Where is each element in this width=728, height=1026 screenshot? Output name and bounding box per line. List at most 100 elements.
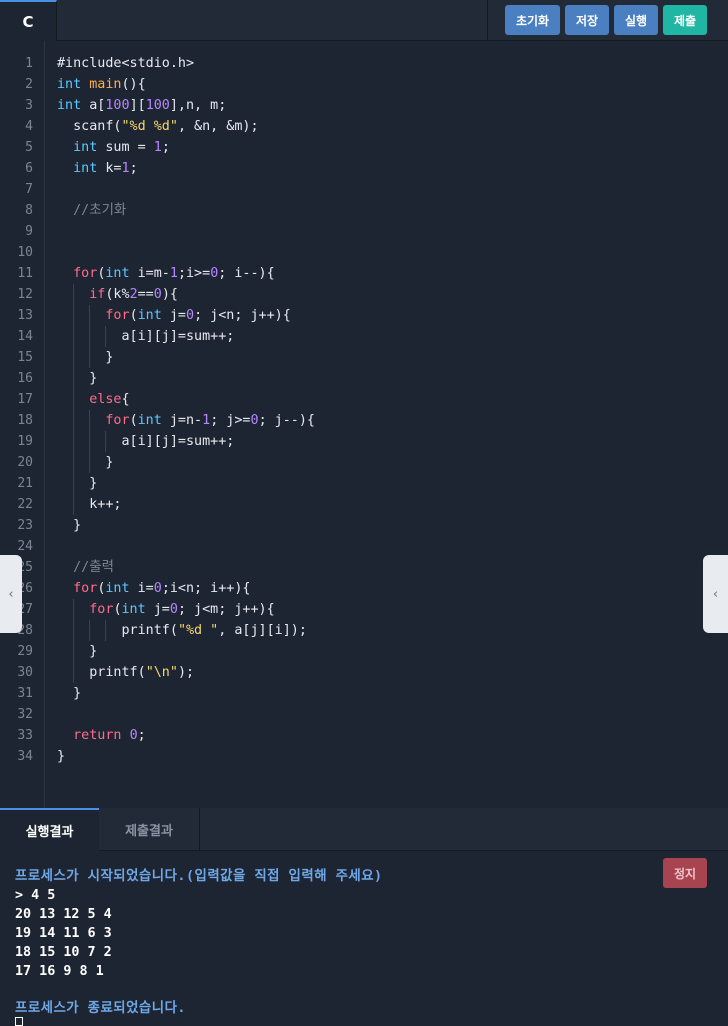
indent-guide <box>73 368 75 389</box>
code-line[interactable]: 4 scanf("%d %d", &n, &m); <box>0 116 728 137</box>
code-line[interactable]: 10 <box>0 242 728 263</box>
output-tab-bar: 실행결과 제출결과 <box>0 808 728 851</box>
code-text: for(int j=n-1; j>=0; j--){ <box>105 413 315 428</box>
expand-right-panel-icon[interactable]: ‹ <box>703 555 728 633</box>
code-text: int a[100][100],n, m; <box>57 98 227 113</box>
code-line[interactable]: 13 for(int j=0; j<n; j++){ <box>0 305 728 326</box>
code-line[interactable]: 6 int k=1; <box>0 158 728 179</box>
code-line[interactable]: 31 } <box>0 683 728 704</box>
code-text: if(k%2==0){ <box>89 287 178 302</box>
code-line[interactable]: 27 for(int j=0; j<m; j++){ <box>0 599 728 620</box>
output-console[interactable]: 정지 프로세스가 시작되었습니다.(입력값을 직접 입력해 주세요) > 4 5… <box>0 851 728 1026</box>
tab-submit-result[interactable]: 제출결과 <box>99 808 200 851</box>
code-text: } <box>57 455 114 470</box>
indent-guide <box>73 641 75 662</box>
code-line[interactable]: 15 } <box>0 347 728 368</box>
line-number: 31 <box>17 686 33 701</box>
console-line: 20 13 12 5 4 <box>15 907 112 922</box>
line-number: 8 <box>25 203 33 218</box>
indent-guide <box>73 410 75 431</box>
line-number: 2 <box>25 77 33 92</box>
code-line[interactable]: 2 int main(){ <box>0 74 728 95</box>
line-number: 1 <box>25 56 33 71</box>
console-line: 18 15 10 7 2 <box>15 945 112 960</box>
code-line[interactable]: 30 printf("\n"); <box>0 662 728 683</box>
line-number: 3 <box>25 98 33 113</box>
line-number: 33 <box>17 728 33 743</box>
code-line[interactable]: 22 k++; <box>0 494 728 515</box>
code-line[interactable]: 25 //출력 <box>0 557 728 578</box>
code-line[interactable]: 21 } <box>0 473 728 494</box>
code-line[interactable]: 11 for(int i=m-1;i>=0; i--){ <box>0 263 728 284</box>
line-number: 13 <box>17 308 33 323</box>
indent-guide <box>73 494 75 515</box>
reset-button[interactable]: 초기화 <box>505 5 560 35</box>
code-text: printf("\n"); <box>57 665 195 680</box>
code-text: for(int i=m-1;i>=0; i--){ <box>73 266 275 281</box>
line-number: 7 <box>25 182 33 197</box>
code-line[interactable]: 29 } <box>0 641 728 662</box>
console-line: 17 16 9 8 1 <box>15 964 104 979</box>
code-text: a[i][j]=sum++; <box>57 434 235 449</box>
code-line[interactable]: 8 //초기화 <box>0 200 728 221</box>
line-number: 5 <box>25 140 33 155</box>
indent-guide <box>89 620 91 641</box>
run-button[interactable]: 실행 <box>614 5 658 35</box>
code-line[interactable]: 33 return 0; <box>0 725 728 746</box>
code-line[interactable]: 9 <box>0 221 728 242</box>
indent-guide <box>89 305 91 326</box>
line-number: 22 <box>17 497 33 512</box>
code-line[interactable]: 19 a[i][j]=sum++; <box>0 431 728 452</box>
code-line[interactable]: 20 } <box>0 452 728 473</box>
indent-guide <box>73 305 75 326</box>
line-number: 6 <box>25 161 33 176</box>
indent-guide <box>73 452 75 473</box>
indent-guide <box>73 662 75 683</box>
code-text: #include<stdio.h> <box>57 56 195 71</box>
code-text: int sum = 1; <box>73 140 170 155</box>
code-line[interactable]: 24 <box>0 536 728 557</box>
code-text: for(int j=0; j<n; j++){ <box>105 308 291 323</box>
code-line[interactable]: 3 int a[100][100],n, m; <box>0 95 728 116</box>
submit-button[interactable]: 제출 <box>663 5 707 35</box>
code-text: return 0; <box>73 728 146 743</box>
tab-run-result[interactable]: 실행결과 <box>0 808 99 851</box>
line-number: 23 <box>17 518 33 533</box>
line-number: 17 <box>17 392 33 407</box>
code-line[interactable]: 23 } <box>0 515 728 536</box>
indent-guide <box>73 473 75 494</box>
code-text: } <box>57 644 98 659</box>
code-line[interactable]: 26 for(int i=0;i<n; i++){ <box>0 578 728 599</box>
tab-language-c[interactable]: C <box>0 0 57 41</box>
code-text: a[i][j]=sum++; <box>57 329 235 344</box>
code-area[interactable]: 1 #include<stdio.h> 2 int main(){ 3 int a[100… <box>0 53 728 767</box>
collapse-left-panel-icon[interactable]: ‹ <box>0 555 22 633</box>
code-text: int k=1; <box>73 161 138 176</box>
console-cursor <box>15 1017 23 1026</box>
code-text: } <box>57 518 82 533</box>
code-text: else{ <box>89 392 130 407</box>
code-line[interactable]: 14 a[i][j]=sum++; <box>0 326 728 347</box>
line-number: 10 <box>17 245 33 260</box>
code-text: k++; <box>57 497 122 512</box>
indent-guide <box>73 284 75 305</box>
stop-button[interactable]: 정지 <box>663 858 707 888</box>
code-line[interactable]: 16 } <box>0 368 728 389</box>
code-line[interactable]: 18 for(int j=n-1; j>=0; j--){ <box>0 410 728 431</box>
indent-guide <box>73 326 75 347</box>
line-number: 9 <box>25 224 33 239</box>
code-text: } <box>57 749 66 764</box>
code-editor[interactable]: 1 #include<stdio.h> 2 int main(){ 3 int a[100… <box>0 41 728 808</box>
indent-guide <box>73 599 75 620</box>
code-line[interactable]: 12 if(k%2==0){ <box>0 284 728 305</box>
code-line[interactable]: 28 printf("%d ", a[j][i]); <box>0 620 728 641</box>
code-line[interactable]: 1 #include<stdio.h> <box>0 53 728 74</box>
line-number: 14 <box>17 329 33 344</box>
code-line[interactable]: 32 <box>0 704 728 725</box>
code-line[interactable]: 7 <box>0 179 728 200</box>
toolbar-divider <box>487 0 488 41</box>
code-line[interactable]: 34} <box>0 746 728 767</box>
code-line[interactable]: 17 else{ <box>0 389 728 410</box>
code-line[interactable]: 5 int sum = 1; <box>0 137 728 158</box>
save-button[interactable]: 저장 <box>565 5 609 35</box>
